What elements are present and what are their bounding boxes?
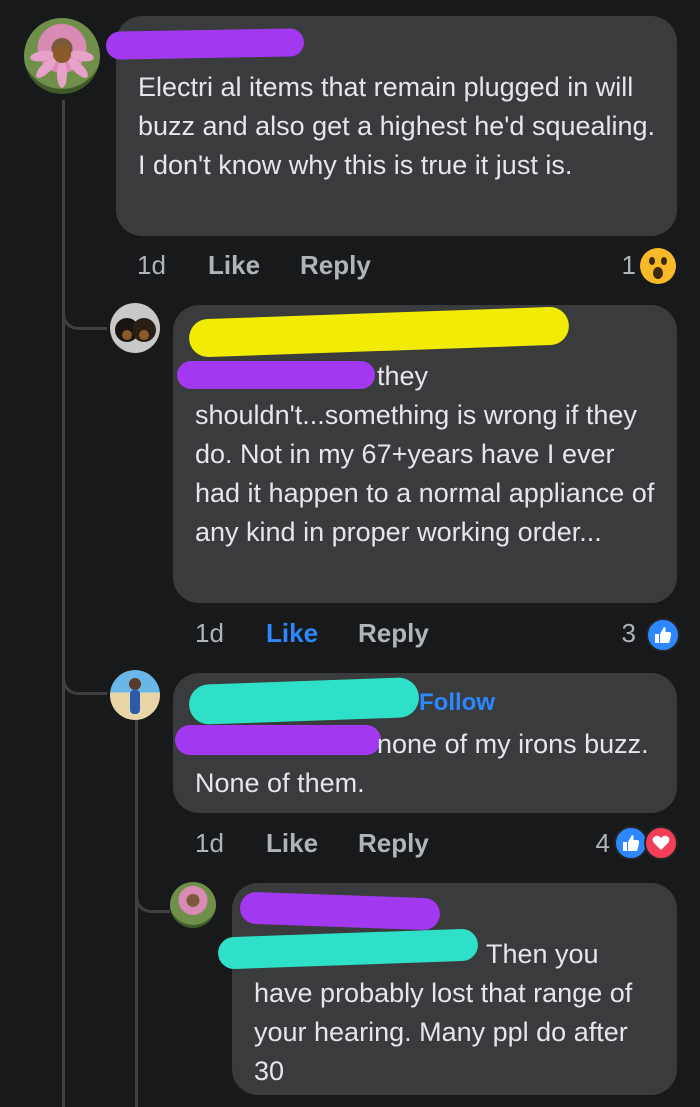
heart-icon bbox=[652, 835, 670, 850]
love-icon[interactable] bbox=[644, 826, 678, 860]
reaction-count-2[interactable]: 3 bbox=[612, 618, 636, 649]
thread-line-reply bbox=[135, 718, 138, 1107]
redacted-name-3 bbox=[188, 676, 420, 726]
flower-icon bbox=[30, 45, 94, 88]
comment-time-2[interactable]: 1d bbox=[195, 618, 224, 649]
thumbs-up-icon bbox=[655, 627, 672, 643]
thread-connector-1 bbox=[62, 285, 107, 330]
comment-time-3[interactable]: 1d bbox=[195, 828, 224, 859]
comment-bubble-2[interactable]: they shouldn't...something is wrong if t… bbox=[173, 305, 677, 603]
comment-time-1[interactable]: 1d bbox=[137, 250, 166, 281]
person-icon bbox=[129, 678, 141, 714]
thumbs-up-icon bbox=[623, 835, 640, 851]
avatar-coneflower[interactable] bbox=[24, 18, 100, 94]
comment-bubble-3[interactable]: Follow none of my irons buzz. None of th… bbox=[173, 673, 677, 813]
dogs-icon bbox=[115, 318, 156, 342]
reply-button-3[interactable]: Reply bbox=[358, 828, 429, 859]
comment-text-1: Electri al items that remain plugged in … bbox=[138, 72, 656, 180]
comment-text-2: they shouldn't...something is wrong if t… bbox=[195, 361, 655, 547]
avatar-coneflower-small[interactable] bbox=[170, 882, 216, 928]
like-button-3[interactable]: Like bbox=[266, 828, 318, 859]
like-button-2[interactable]: Like bbox=[266, 618, 318, 649]
redacted-name-2 bbox=[188, 306, 570, 358]
like-button-1[interactable]: Like bbox=[208, 250, 260, 281]
wow-face-icon bbox=[649, 257, 667, 279]
reaction-count-1[interactable]: 1 bbox=[612, 250, 636, 281]
reaction-count-3[interactable]: 4 bbox=[586, 828, 610, 859]
avatar-dogs[interactable] bbox=[110, 303, 160, 353]
avatar-beach[interactable] bbox=[110, 670, 160, 720]
reply-button-2[interactable]: Reply bbox=[358, 618, 429, 649]
like-icon[interactable] bbox=[614, 826, 648, 860]
redacted-name-1 bbox=[105, 28, 305, 60]
thread-line-main bbox=[62, 100, 65, 1107]
follow-link[interactable]: Follow bbox=[419, 689, 495, 717]
thread-connector-2 bbox=[62, 650, 107, 695]
comment-text-3: none of my irons buzz. None of them. bbox=[195, 729, 649, 798]
redacted-name-4 bbox=[239, 891, 441, 931]
comment-text-4: Then you have probably lost that range o… bbox=[254, 939, 633, 1086]
reply-button-1[interactable]: Reply bbox=[300, 250, 371, 281]
thread-connector-3 bbox=[135, 870, 170, 913]
comment-bubble-1[interactable]: Electri al items that remain plugged in … bbox=[105, 16, 677, 236]
wow-icon[interactable] bbox=[640, 248, 676, 284]
like-icon[interactable] bbox=[646, 618, 680, 652]
comment-bubble-4[interactable]: Then you have probably lost that range o… bbox=[217, 883, 677, 1095]
